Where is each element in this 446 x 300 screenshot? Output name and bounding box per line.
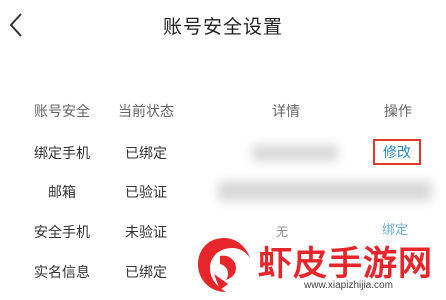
row-bind-phone-detail-blurred [252,145,338,161]
column-header-details: 详情 [272,104,300,120]
column-header-current-status: 当前状态 [118,104,174,120]
edit-bind-phone-button[interactable]: 修改 [373,139,421,165]
column-header-account-security: 账号安全 [34,104,90,120]
page-title: 账号安全设置 [162,16,283,38]
row-email-status: 已验证 [125,185,167,201]
row-bind-phone-label: 绑定手机 [34,146,90,162]
watermark-title: 虾皮手游网 [258,244,433,284]
row-security-phone-status: 未验证 [125,225,167,241]
row-email-detail-blurred [218,181,432,201]
watermark-url: www.xiapizhijia.com [304,280,393,291]
row-security-phone-label: 安全手机 [34,225,90,241]
row-real-name-status: 已绑定 [125,265,167,281]
watermark: 虾皮手游网 www.xiapizhijia.com [190,232,446,300]
row-bind-phone-status: 已绑定 [125,146,167,162]
shrimp-logo-icon [198,238,250,292]
row-real-name-label: 实名信息 [34,265,90,281]
column-header-actions: 操作 [384,104,412,120]
row-email-label: 邮箱 [48,185,76,201]
